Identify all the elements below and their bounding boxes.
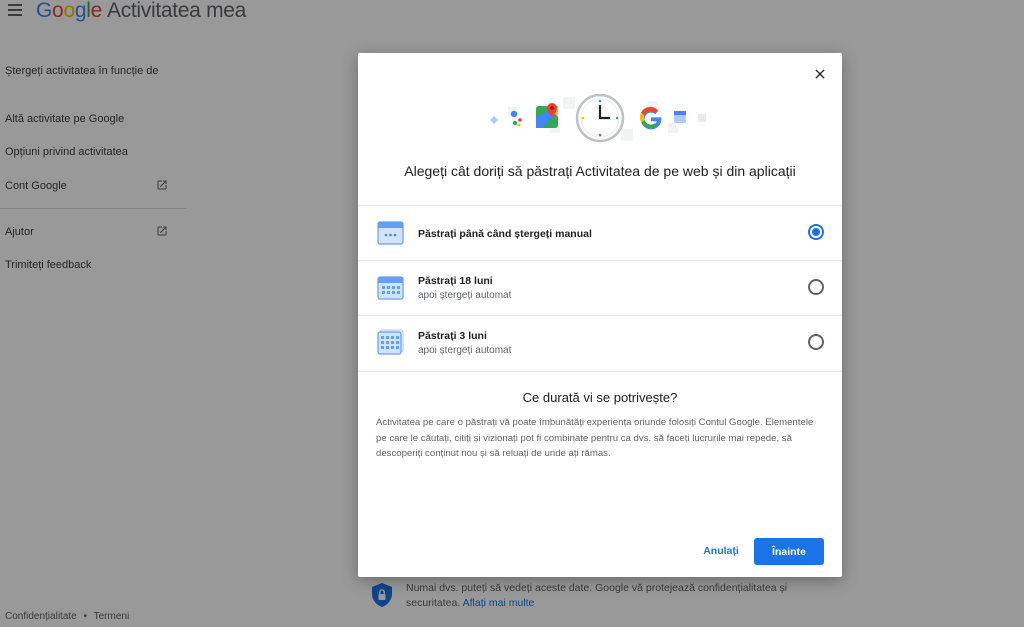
- option-label: Păstrați 3 luni: [418, 330, 487, 342]
- assistant-icon: [510, 110, 522, 127]
- google-g-icon: [639, 106, 662, 130]
- shopping-icon: [674, 111, 686, 123]
- diamond-icon: [490, 116, 498, 124]
- option-sublabel: apoi ștergeți automat: [418, 345, 512, 356]
- radio-selected[interactable]: [808, 224, 824, 240]
- radio-unselected[interactable]: [808, 279, 824, 295]
- option-keep-18-months[interactable]: Păstrați 18 luni apoi ștergeți automat: [358, 260, 842, 315]
- option-keep-until-delete[interactable]: Păstrați până când ștergeți manual: [358, 205, 842, 260]
- option-keep-3-months[interactable]: Păstrați 3 luni apoi ștergeți automat: [358, 315, 842, 370]
- clock-icon: [575, 93, 625, 143]
- question-body: Activitatea pe care o păstrați vă poate …: [376, 417, 814, 459]
- dialog-title: Alegeți cât doriți să păstrați Activitat…: [404, 163, 796, 179]
- next-button[interactable]: Înainte: [754, 538, 824, 565]
- calendar-icon: [377, 276, 404, 300]
- radio-unselected[interactable]: [808, 334, 824, 350]
- options-divider: [358, 371, 842, 372]
- option-sublabel: apoi ștergeți automat: [418, 290, 512, 301]
- option-label: Păstrați 18 luni: [418, 275, 493, 287]
- retention-dialog: Alegeți cât doriți să păstrați Activitat…: [358, 53, 842, 577]
- calendar-icon: [377, 221, 404, 245]
- close-icon[interactable]: [812, 66, 828, 82]
- calendar-stack-icon: [377, 329, 404, 355]
- hero-illustration: [490, 93, 706, 143]
- question-title: Ce durată vi se potrivește?: [522, 390, 678, 405]
- cancel-button[interactable]: Anulați: [699, 538, 743, 564]
- maps-icon: [536, 103, 558, 128]
- small-gray-icon: [698, 114, 706, 122]
- option-label: Păstrați până când ștergeți manual: [418, 228, 592, 240]
